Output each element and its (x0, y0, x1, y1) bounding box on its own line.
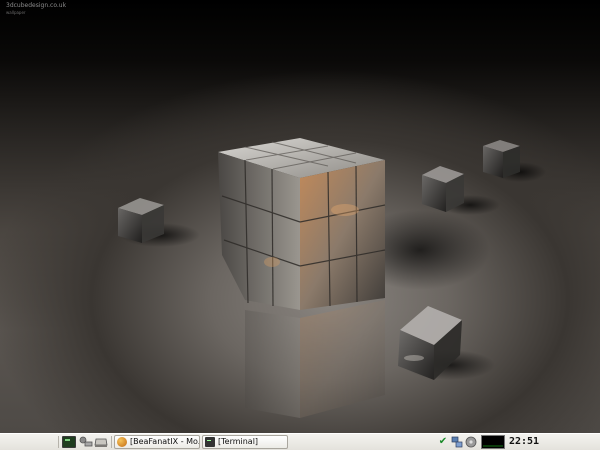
taskbar-separator (58, 436, 59, 448)
network-icon[interactable] (451, 436, 463, 448)
glass-cube-far (483, 140, 520, 178)
terminal-icon[interactable] (62, 436, 76, 448)
glass-cube-mid (422, 166, 464, 212)
terminal-window-icon (205, 437, 215, 447)
cubes-wallpaper-graphic (118, 138, 546, 418)
task-label: [Terminal] (218, 437, 259, 446)
taskbar: [BeaFanatIX - Mo... [Terminal] ✔ 22:51 (0, 433, 600, 450)
task-label: [BeaFanatIX - Mo... (130, 437, 200, 446)
glass-cube-left (118, 198, 164, 243)
task-button-browser[interactable]: [BeaFanatIX - Mo... (114, 435, 200, 449)
task-button-terminal[interactable]: [Terminal] (202, 435, 288, 449)
wallpaper-watermark: 3dcubedesign.co.uk wallpaper (6, 2, 66, 16)
desktop-wallpaper: 3dcubedesign.co.uk wallpaper (0, 0, 600, 433)
cpu-monitor[interactable] (481, 435, 505, 449)
watermark-line-2: wallpaper (6, 10, 26, 15)
watermark-line-1: 3dcubedesign.co.uk (6, 2, 67, 9)
drive-icon[interactable] (94, 436, 108, 448)
clock[interactable]: 22:51 (506, 435, 542, 449)
browser-icon (117, 437, 127, 447)
tools-icon[interactable] (79, 436, 93, 448)
update-check-icon[interactable]: ✔ (437, 436, 449, 448)
disk-icon[interactable] (465, 436, 477, 448)
taskbar-separator (111, 436, 112, 448)
